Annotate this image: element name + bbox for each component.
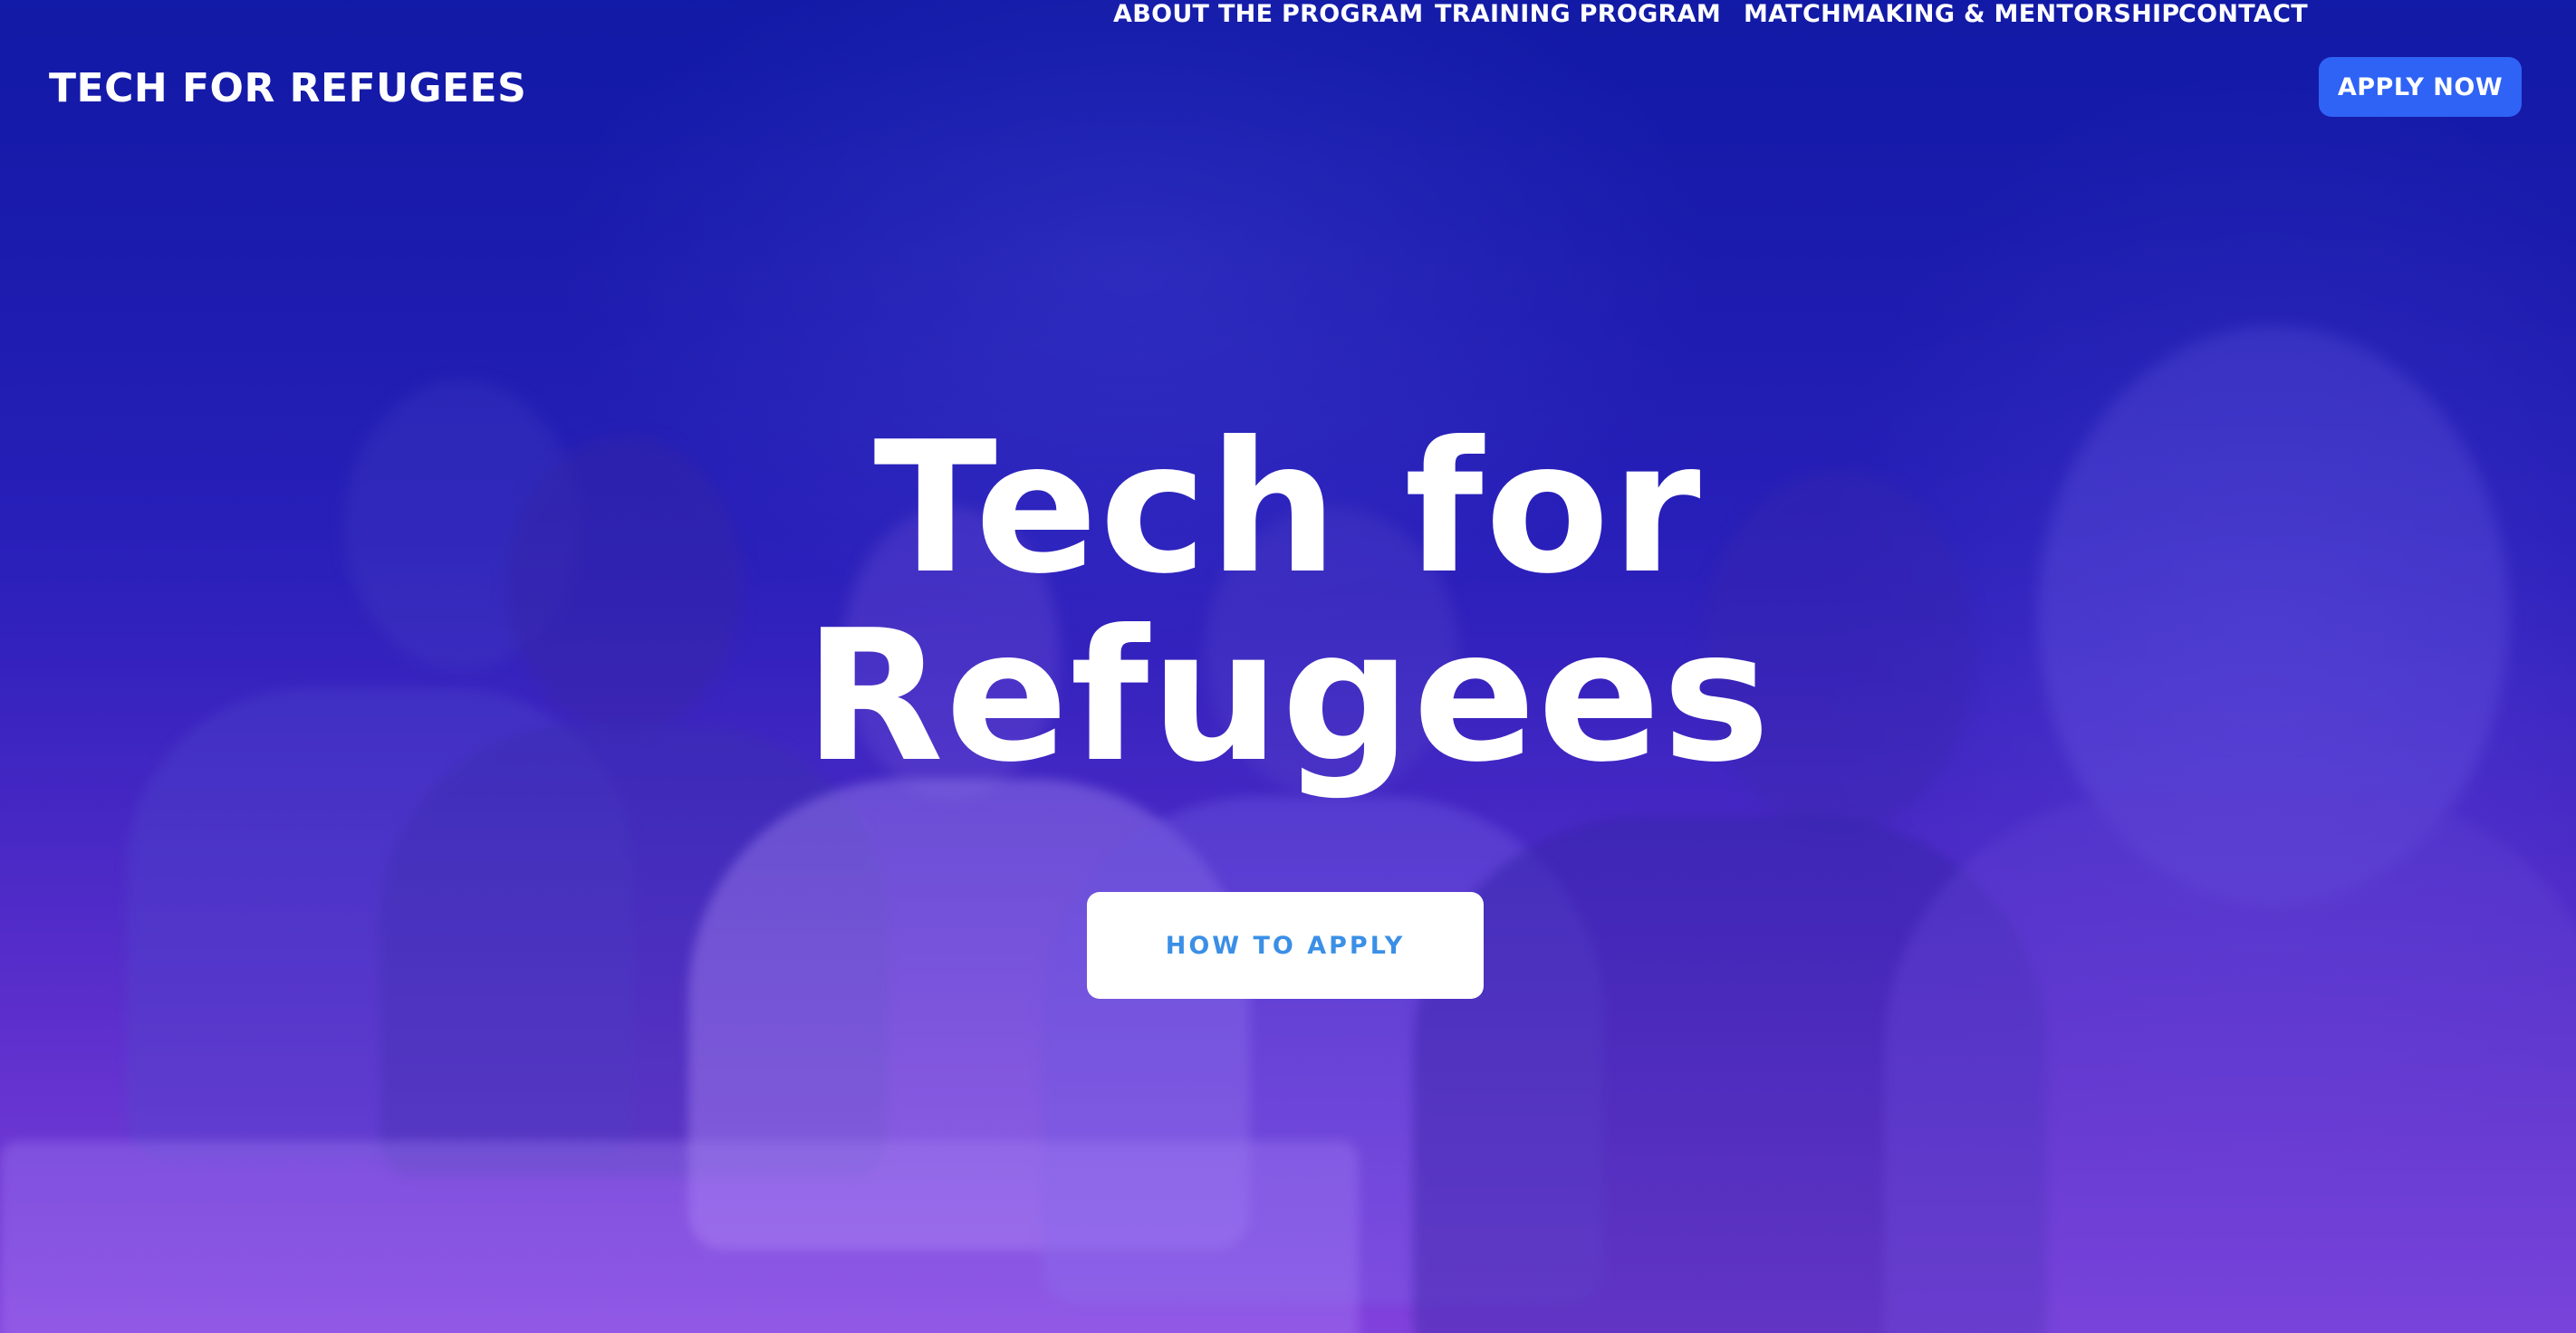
how-to-apply-button[interactable]: HOW TO APPLY <box>1087 892 1484 999</box>
navbar: TECH FOR REFUGEES ABOUT THE PROGRAM TRAI… <box>0 0 2576 181</box>
brand-logo[interactable]: TECH FOR REFUGEES <box>49 65 526 111</box>
hero-title-line-2: Refugees <box>803 591 1773 802</box>
hero-title: Tech for Refugees <box>0 415 2576 791</box>
apply-now-button[interactable]: APPLY NOW <box>2319 57 2522 117</box>
hero-title-line-1: Tech for <box>873 403 1703 614</box>
hero-section: TECH FOR REFUGEES ABOUT THE PROGRAM TRAI… <box>0 0 2576 1333</box>
nav-contact[interactable]: CONTACT <box>2178 0 2308 28</box>
nav-about-program[interactable]: ABOUT THE PROGRAM <box>1113 0 1423 28</box>
nav-matchmaking-mentorship[interactable]: MATCHMAKING & MENTORSHIP <box>1744 0 2179 28</box>
nav-training-program[interactable]: TRAINING PROGRAM <box>1435 0 1721 28</box>
